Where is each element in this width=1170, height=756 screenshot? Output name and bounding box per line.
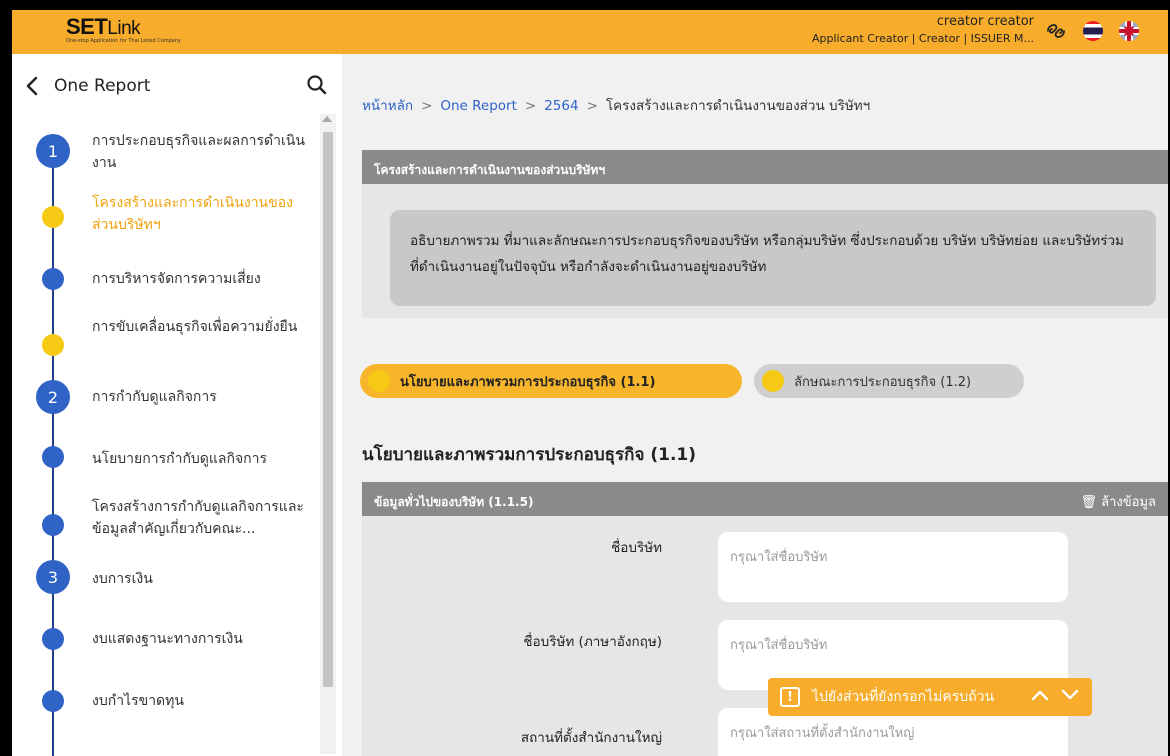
breadcrumb-separator: >	[586, 98, 598, 114]
warning-icon: !	[780, 687, 800, 707]
general-info-card-title: ข้อมูลทั่วไปของบริษัท (1.1.5)	[374, 495, 534, 509]
sidebar-item-business-operations[interactable]: การประกอบธุรกิจและผลการดำเนินงาน	[92, 130, 312, 174]
tab-label: ลักษณะการประกอบธุรกิจ (1.2)	[794, 374, 972, 390]
sidebar-item-governance-policy[interactable]: นโยบายการกำกับดูแลกิจการ	[92, 448, 312, 470]
thai-flag-icon[interactable]	[1082, 20, 1104, 42]
step-dot	[42, 334, 64, 356]
step-dot	[42, 446, 64, 468]
step-dot	[42, 690, 64, 712]
sidebar-item-company-structure[interactable]: โครงสร้างและการดำเนินงานของส่วนบริษัทฯ	[92, 192, 312, 236]
sidebar-item-sustainability[interactable]: การขับเคลื่อนธุรกิจเพื่อความยั่งยืน	[92, 316, 312, 338]
breadcrumb-year[interactable]: 2564	[544, 98, 578, 114]
breadcrumb-current: โครงสร้างและการดำเนินงานของส่วน บริษัทฯ	[605, 98, 871, 114]
chevron-up-icon[interactable]	[1030, 687, 1050, 707]
incomplete-section-label: ไปยังส่วนที่ยังกรอกไม่ครบถ้วน	[812, 689, 995, 705]
overview-description: อธิบายภาพรวม ที่มาและลักษณะการประกอบธุรก…	[390, 210, 1156, 306]
step-dot	[42, 628, 64, 650]
incomplete-section-navigator[interactable]: ! ไปยังส่วนที่ยังกรอกไม่ครบถ้วน	[768, 678, 1092, 716]
tab-business-nature[interactable]: ลักษณะการประกอบธุรกิจ (1.2)	[754, 364, 1024, 398]
sidebar-scrollbar-thumb[interactable]	[323, 132, 333, 687]
tab-status-dot	[762, 370, 784, 392]
breadcrumb: หน้าหลัก > One Report >2564 > โครงสร้างและการ…	[362, 94, 870, 116]
tab-status-dot	[368, 370, 390, 392]
general-info-card-header: ข้อมูลทั่วไปของบริษัท (1.1.5) 🗑 ล้างข้อม…	[362, 482, 1168, 516]
chevron-down-icon[interactable]	[1060, 687, 1080, 707]
trash-icon: 🗑	[1080, 495, 1098, 510]
step-number-badge: 3	[36, 560, 70, 594]
clear-data-label: ล้างข้อมูล	[1101, 495, 1156, 510]
search-icon[interactable]	[306, 74, 328, 100]
logo-text-bold: SET	[66, 14, 108, 39]
sidebar-item-corporate-governance[interactable]: การกำกับดูแลกิจการ	[92, 386, 312, 408]
sidebar-item-balance-sheet[interactable]: งบแสดงฐานะทางการเงิน	[92, 628, 312, 650]
user-info[interactable]: creator creator Applicant Creator | Crea…	[812, 13, 1034, 47]
sidebar-item-income-statement[interactable]: งบกำไรขาดทุน	[92, 690, 312, 712]
tab-label: นโยบายและภาพรวมการประกอบธุรกิจ (1.1)	[400, 374, 656, 390]
top-bar: SETLink One-stop Application for Thai Li…	[12, 10, 1168, 54]
main-content: หน้าหลัก > One Report >2564 > โครงสร้างและการ…	[342, 54, 1168, 756]
field-label-company-name-en: ชื่อบริษัท (ภาษาอังกฤษ)	[523, 634, 662, 650]
sidebar-title: One Report	[54, 76, 151, 96]
back-arrow-icon[interactable]	[24, 76, 40, 100]
breadcrumb-separator: >	[524, 98, 537, 114]
logo-tagline: One-stop Application for Thai Listed Com…	[66, 38, 181, 44]
step-number-badge: 2	[36, 380, 70, 414]
section-title: นโยบายและภาพรวมการประกอบธุรกิจ (1.1)	[362, 445, 697, 465]
step-dot	[42, 514, 64, 536]
overview-card-title: โครงสร้างและการดำเนินงานของส่วนบริษัทฯ	[362, 150, 1168, 184]
step-number-badge: 1	[36, 134, 70, 168]
step-dot	[42, 268, 64, 290]
breadcrumb-home[interactable]: หน้าหลัก	[362, 98, 413, 114]
sidebar-item-financial-statements[interactable]: งบการเงิน	[92, 568, 312, 590]
app-window: SETLink One-stop Application for Thai Li…	[12, 10, 1168, 756]
field-label-headquarters: สถานที่ตั้งสำนักงานใหญ่	[520, 730, 662, 746]
clear-data-button[interactable]: 🗑 ล้างข้อมูล	[1081, 491, 1157, 512]
step-dot	[42, 206, 64, 228]
overview-card: โครงสร้างและการดำเนินงานของส่วนบริษัทฯ อ…	[362, 150, 1168, 318]
user-name: creator creator	[936, 14, 1034, 29]
sidebar-item-risk-management[interactable]: การบริหารจัดการความเสี่ยง	[92, 268, 312, 290]
breadcrumb-separator: >	[421, 98, 433, 114]
user-roles: Applicant Creator | Creator | ISSUER M..…	[812, 32, 1034, 45]
company-name-input[interactable]	[718, 532, 1068, 602]
uk-flag-icon[interactable]	[1118, 20, 1140, 42]
scroll-up-arrow-icon[interactable]	[322, 116, 332, 122]
logo-text-light: Link	[107, 18, 141, 39]
sidebar-header: One Report	[12, 54, 342, 114]
sidebar: One Report 1 การประกอบธุรกิจและผลการดำเน…	[12, 54, 342, 756]
sidebar-item-governance-structure[interactable]: โครงสร้างการกำกับดูแลกิจการและข้อมูลสำคั…	[92, 496, 312, 540]
setlink-logo[interactable]: SETLink One-stop Application for Thai Li…	[66, 14, 181, 44]
link-icon[interactable]	[1044, 21, 1068, 41]
breadcrumb-one-report[interactable]: One Report	[440, 98, 517, 114]
field-label-company-name: ชื่อบริษัท	[611, 540, 662, 556]
tab-policy-overview[interactable]: นโยบายและภาพรวมการประกอบธุรกิจ (1.1)	[360, 364, 742, 398]
